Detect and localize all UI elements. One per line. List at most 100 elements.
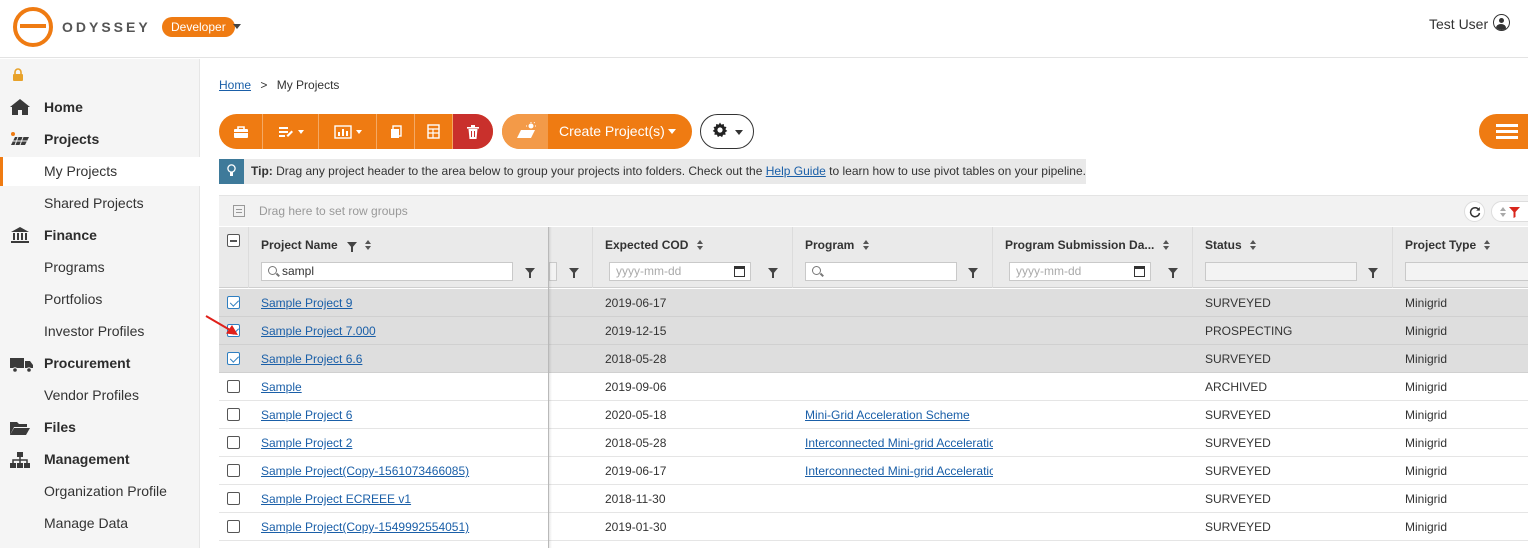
header-project-name[interactable]: Project Name sampl [249, 227, 549, 288]
help-guide-link[interactable]: Help Guide [766, 164, 826, 178]
table-row[interactable]: Sample Project 6.6 2018-05-28 SURVEYED Mini… [219, 345, 1528, 373]
project-type-filter-input[interactable] [1405, 262, 1528, 281]
settings-dropdown-button[interactable] [700, 114, 754, 149]
user-avatar-icon[interactable] [1493, 14, 1510, 31]
cell-expected-cod: 2019-09-06 [605, 380, 667, 394]
row-checkbox[interactable] [227, 296, 240, 309]
sidebar-item-finance[interactable]: Finance [44, 227, 97, 243]
table-row[interactable]: Sample 2019-09-06 ARCHIVED Minigrid [219, 373, 1528, 401]
breadcrumb-home-link[interactable]: Home [219, 78, 251, 92]
project-name-filter-input[interactable]: sampl [261, 262, 513, 281]
calendar-icon[interactable] [1134, 266, 1145, 277]
sidebar-item-organization-profile[interactable]: Organization Profile [44, 483, 167, 499]
cell-project-type: Minigrid [1405, 464, 1448, 478]
project-name-link[interactable]: Sample Project 6 [261, 408, 352, 422]
header-expected-cod[interactable]: Expected COD yyyy-mm-dd [593, 227, 793, 288]
sort-icon[interactable] [1162, 240, 1170, 250]
header-project-type[interactable]: Project Type [1393, 227, 1528, 288]
hamburger-menu-button[interactable] [1479, 114, 1528, 149]
row-checkbox[interactable] [227, 464, 240, 477]
refresh-button[interactable] [1464, 201, 1485, 222]
sidebar-item-vendor-profiles[interactable]: Vendor Profiles [44, 387, 139, 403]
grid-header: Project Name sampl Expected COD yyyy-mm-… [219, 227, 1528, 288]
project-name-link[interactable]: Sample [261, 380, 302, 394]
filter-menu-icon[interactable] [569, 268, 579, 278]
sidebar-item-my-projects[interactable]: My Projects [44, 163, 117, 179]
row-checkbox[interactable] [227, 436, 240, 449]
calendar-icon[interactable] [734, 266, 745, 277]
sort-icon[interactable] [1484, 240, 1491, 250]
sort-icon[interactable] [862, 240, 870, 250]
table-row[interactable]: Sample Project(Copy-1561073466085) 2019-0… [219, 457, 1528, 485]
filter-menu-icon[interactable] [525, 268, 535, 278]
cell-project-type: Minigrid [1405, 324, 1448, 338]
table-row[interactable]: Sample Project ECREEE v1 2018-11-30 SURVEY… [219, 485, 1528, 513]
row-checkbox[interactable] [227, 492, 240, 505]
project-name-link[interactable]: Sample Project 9 [261, 296, 352, 310]
create-projects-button[interactable]: Create Project(s) [502, 114, 692, 149]
program-link[interactable]: Interconnected Mini-grid Acceleratic [805, 464, 993, 478]
table-row[interactable]: Sample Project(Copy-1549992554051) 2019-0… [219, 513, 1528, 541]
sidebar-item-files[interactable]: Files [44, 419, 76, 435]
expected-cod-filter-input[interactable]: yyyy-mm-dd [609, 262, 751, 281]
sidebar-item-investor-profiles[interactable]: Investor Profiles [44, 323, 144, 339]
program-filter-input[interactable] [805, 262, 957, 281]
lock-icon[interactable] [12, 68, 24, 82]
program-link[interactable]: Mini-Grid Acceleration Scheme [805, 408, 970, 422]
table-row[interactable]: Sample Project 2 2018-05-28 Interconnected… [219, 429, 1528, 457]
sidebar-item-portfolios[interactable]: Portfolios [44, 291, 102, 307]
header-program[interactable]: Program [793, 227, 993, 288]
row-group-drop-zone[interactable]: Drag here to set row groups [219, 195, 1528, 226]
briefcase-button[interactable] [219, 114, 263, 149]
select-all-checkbox[interactable] [227, 234, 240, 247]
project-name-link[interactable]: Sample Project(Copy-1549992554051) [261, 520, 469, 534]
sort-icon[interactable] [365, 240, 372, 250]
project-name-link[interactable]: Sample Project(Copy-1561073466085) [261, 464, 469, 478]
table-row[interactable]: Sample Project 7.000 2019-12-15 PROSPECTIN… [219, 317, 1528, 345]
user-name[interactable]: Test User [1429, 16, 1488, 32]
table-row[interactable]: Sample Project 9 2019-06-17 SURVEYED Minigr… [219, 289, 1528, 317]
environment-badge[interactable]: Developer [162, 17, 235, 37]
row-checkbox[interactable] [227, 352, 240, 365]
calculate-button[interactable] [415, 114, 453, 149]
sidebar-item-projects[interactable]: Projects [44, 131, 99, 147]
sort-icon[interactable] [1250, 240, 1257, 250]
edit-list-button[interactable] [263, 114, 319, 149]
filter-menu-icon[interactable] [968, 268, 978, 278]
sort-icon [1500, 207, 1507, 217]
filter-menu-icon[interactable] [768, 268, 778, 278]
create-projects-label: Create Project(s) [559, 123, 665, 139]
header-status[interactable]: Status [1193, 227, 1393, 288]
row-group-icon [233, 205, 245, 217]
sort-icon[interactable] [696, 240, 704, 250]
cell-project-type: Minigrid [1405, 520, 1448, 534]
status-filter-input[interactable] [1205, 262, 1357, 281]
sidebar-item-home[interactable]: Home [44, 99, 83, 115]
sort-filter-toggle[interactable] [1491, 201, 1528, 222]
sidebar-item-procurement[interactable]: Procurement [44, 355, 130, 371]
cell-status: SURVEYED [1205, 492, 1271, 506]
table-row[interactable]: Sample Project 6 2020-05-18 Mini-Grid Acce… [219, 401, 1528, 429]
program-link[interactable]: Interconnected Mini-grid Acceleratic [805, 436, 993, 450]
delete-button[interactable] [453, 114, 493, 149]
project-name-link[interactable]: Sample Project 2 [261, 436, 352, 450]
sidebar-item-management[interactable]: Management [44, 451, 130, 467]
chevron-down-icon[interactable] [233, 24, 241, 29]
chevron-down-icon[interactable] [668, 129, 676, 134]
row-checkbox[interactable] [227, 520, 240, 533]
copy-button[interactable] [377, 114, 415, 149]
project-name-link[interactable]: Sample Project ECREEE v1 [261, 492, 411, 506]
cell-status: SURVEYED [1205, 464, 1271, 478]
project-name-link[interactable]: Sample Project 6.6 [261, 352, 362, 366]
filter-menu-icon[interactable] [1168, 268, 1178, 278]
row-checkbox[interactable] [227, 408, 240, 421]
sidebar-item-shared-projects[interactable]: Shared Projects [44, 195, 144, 211]
project-name-link[interactable]: Sample Project 7.000 [261, 324, 376, 338]
sidebar-item-programs[interactable]: Programs [44, 259, 105, 275]
sidebar-item-manage-data[interactable]: Manage Data [44, 515, 128, 531]
row-checkbox[interactable] [227, 380, 240, 393]
reports-button[interactable] [319, 114, 377, 149]
header-program-submission-date[interactable]: Program Submission Da... yyyy-mm-dd [993, 227, 1193, 288]
filter-menu-icon[interactable] [1368, 268, 1378, 278]
program-submission-filter-input[interactable]: yyyy-mm-dd [1009, 262, 1151, 281]
